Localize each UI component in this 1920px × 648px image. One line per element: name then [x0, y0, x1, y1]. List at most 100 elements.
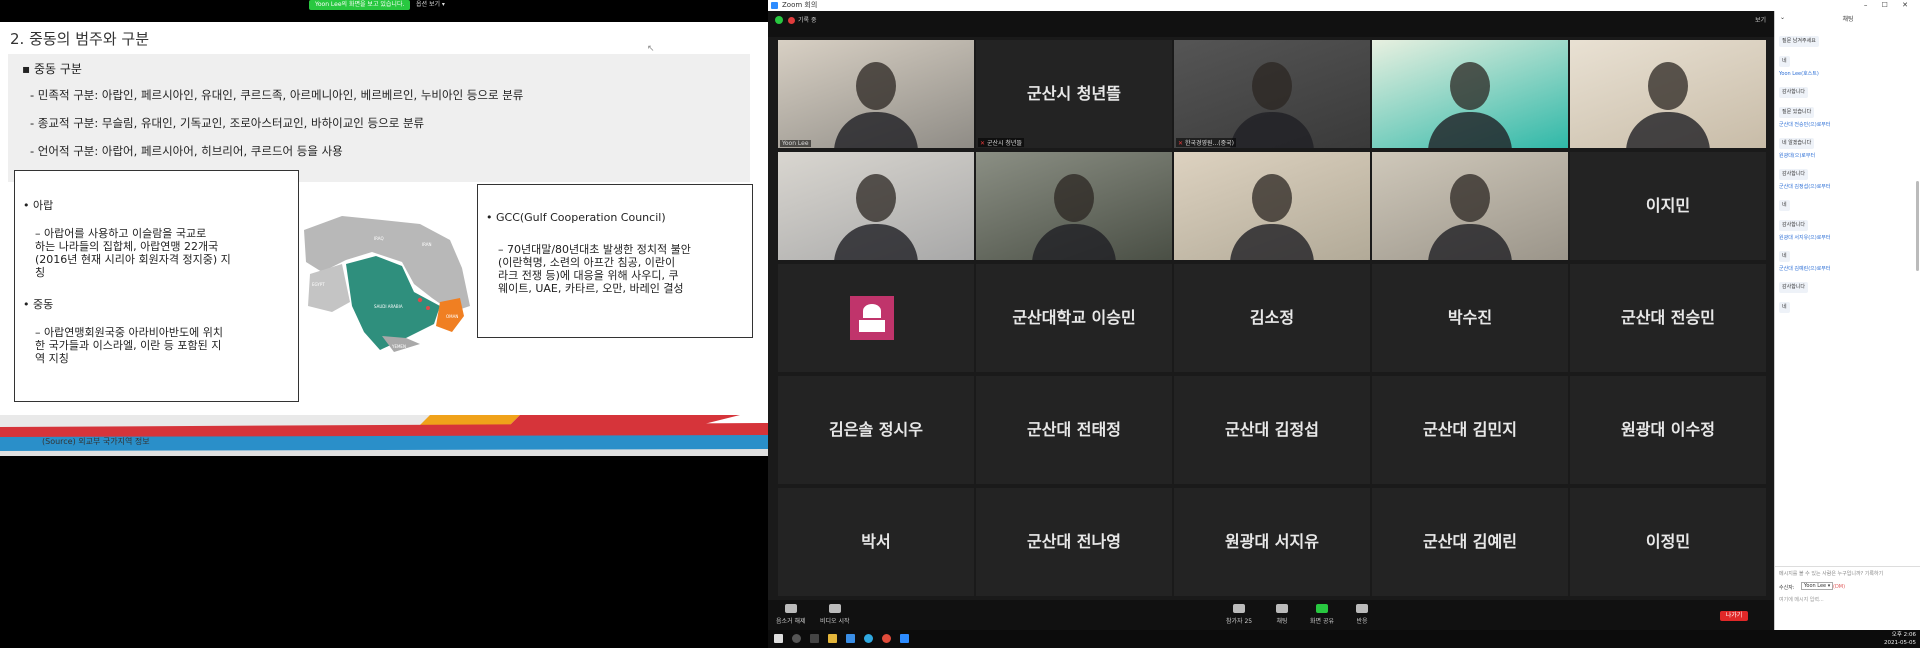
participants-button[interactable]: 참가자 25 — [1226, 604, 1252, 625]
gcc-desc-4: 웨이트, UAE, 카타르, 오만, 바레인 결성 — [498, 282, 684, 295]
me-desc-3: 역 지칭 — [35, 352, 69, 365]
chat-input[interactable]: 여기에 메시지 입력... — [1779, 596, 1824, 603]
chat-button[interactable]: 채팅 — [1276, 604, 1288, 625]
participant-name: 이정민 — [1645, 532, 1691, 551]
participant-video — [1174, 152, 1370, 260]
person-silhouette — [1054, 174, 1094, 222]
chat-icon — [1276, 604, 1288, 613]
view-options-menu[interactable]: 옵션 보기 ▾ — [416, 0, 445, 10]
middle-east-title: • 중동 — [23, 298, 54, 311]
chat-scrollbar[interactable] — [1916, 181, 1919, 271]
participant-tile[interactable]: 박수진 — [1372, 264, 1568, 372]
participant-name: 군산대 전승민 — [1621, 308, 1715, 327]
language-line: - 언어적 구분: 아랍어, 페르시아어, 히브리어, 쿠르드어 등을 사용 — [30, 144, 343, 158]
share-screen-icon — [1316, 604, 1328, 613]
start-icon[interactable] — [774, 634, 783, 643]
chat-collapse-icon[interactable]: ⌄ — [1780, 14, 1785, 21]
system-clock[interactable]: 오후 2:06 2021-05-05 — [1884, 631, 1916, 647]
chat-text: 네 — [1779, 251, 1790, 262]
participant-tile[interactable]: 박서 — [778, 488, 974, 596]
window-controls[interactable]: – ☐ ✕ — [1864, 0, 1914, 11]
me-desc-2: 한 국가들과 이스라엘, 이란 등 포함된 지 — [35, 339, 222, 352]
browser-icon[interactable] — [864, 634, 873, 643]
participant-name: 군산대 김예린 — [1423, 532, 1517, 551]
map-label-turkey: TURKEY — [337, 212, 354, 217]
participant-tile[interactable] — [1570, 40, 1766, 148]
chrome-icon[interactable] — [882, 634, 891, 643]
chat-compose: 메시지를 볼 수 있는 사람은 누구입니까? 기록하기 수신자: Yoon Le… — [1775, 566, 1920, 630]
participant-tile[interactable] — [778, 264, 974, 372]
recipient-select[interactable]: Yoon Lee ▾ — [1801, 582, 1834, 590]
chat-message: 질문 남겨주세요 — [1779, 27, 1911, 47]
participant-tile[interactable]: 군산대 김정섭 — [1174, 376, 1370, 484]
chat-text: 네 알겠습니다 — [1779, 138, 1815, 149]
participant-tile[interactable]: 이정민 — [1570, 488, 1766, 596]
edge-icon[interactable] — [846, 634, 855, 643]
view-button[interactable]: 보기 — [1755, 15, 1766, 24]
participant-tile[interactable] — [1174, 152, 1370, 260]
participant-label: Yoon Lee — [782, 140, 809, 147]
search-icon[interactable] — [792, 634, 801, 643]
person-silhouette — [1450, 62, 1490, 110]
participant-tile[interactable]: 원광대 서지유 — [1174, 488, 1370, 596]
participant-tile[interactable] — [1372, 40, 1568, 148]
chat-message-list[interactable]: 질문 남겨주세요 네 Yoon Lee(호스트) 감사합니다 질문 있습니다 군산대 전승… — [1779, 27, 1911, 567]
chat-message: 원광대 서지유(으)로부터 네 — [1779, 234, 1911, 262]
chat-message: 네 — [1779, 47, 1911, 67]
chat-sender: 군산대 김예린(으)로부터 — [1779, 266, 1831, 272]
reactions-button[interactable]: 반응 — [1356, 604, 1368, 625]
arab-definition-box: • 아랍 – 아랍어를 사용하고 이슬람을 국교로 하는 나라들의 집합체, 아… — [14, 170, 299, 402]
participant-tile[interactable] — [976, 152, 1172, 260]
chat-panel: ⌄ 채팅 질문 남겨주세요 네 Yoon Lee(호스트) 감사합니다 질문 있습니다 군… — [1774, 11, 1920, 630]
participant-name: 군산대 김민지 — [1423, 420, 1517, 439]
participant-name: 원광대 이수정 — [1621, 420, 1715, 439]
sharing-indicator[interactable]: Yoon Lee의 화면을 보고 있습니다. — [309, 0, 411, 10]
zoom-window: Zoom 회의 – ☐ ✕ 기록 중 보기 Yoon Lee 군산시 청년뜰 ✕ 군… — [768, 0, 1920, 648]
participant-tile[interactable]: 군산대 전나영 — [976, 488, 1172, 596]
share-screen-button[interactable]: 화면 공유 — [1310, 604, 1334, 625]
chat-sender: 원광대(으)로부터 — [1779, 153, 1816, 159]
chat-text: 네 — [1779, 200, 1790, 211]
participant-tile[interactable]: 군산대 전승민 — [1570, 264, 1766, 372]
participant-tile[interactable]: 김소정 — [1174, 264, 1370, 372]
gcc-title: • GCC(Gulf Cooperation Council) — [486, 211, 666, 224]
person-silhouette — [1450, 174, 1490, 222]
file-explorer-icon[interactable] — [828, 634, 837, 643]
security-shield-icon[interactable] — [775, 16, 783, 24]
participant-tile[interactable]: 군산시 청년뜰 ✕ 군산시 청년뜰 — [976, 40, 1172, 148]
participant-video — [1570, 40, 1766, 148]
map-label-egypt: EGYPT — [312, 282, 325, 287]
participant-tile[interactable] — [1372, 152, 1568, 260]
person-silhouette — [1648, 62, 1688, 110]
participant-tile[interactable] — [778, 152, 974, 260]
person-silhouette — [1428, 224, 1512, 260]
chat-message: 감사합니다 — [1779, 211, 1911, 231]
person-silhouette — [1252, 62, 1292, 110]
participant-tile[interactable]: 군산대학교 이승민 — [976, 264, 1172, 372]
leave-meeting-button[interactable]: 나가기 — [1720, 611, 1748, 621]
participant-tile[interactable]: 김은솔 정시우 — [778, 376, 974, 484]
chat-visibility-hint[interactable]: 메시지를 볼 수 있는 사람은 누구입니까? 기록하기 — [1779, 570, 1883, 577]
participant-gallery: Yoon Lee 군산시 청년뜰 ✕ 군산시 청년뜰 ✕ 한국경영원...(중국) 이지… — [778, 40, 1768, 600]
task-view-icon[interactable] — [810, 634, 819, 643]
participant-video — [778, 40, 974, 148]
mouse-cursor-icon: ↖ — [647, 44, 655, 54]
start-video-button[interactable]: 비디오 시작 — [820, 604, 850, 625]
participant-tile[interactable]: 군산대 김민지 — [1372, 376, 1568, 484]
zoom-taskbar-icon[interactable] — [900, 634, 909, 643]
participant-name: 김소정 — [1249, 308, 1295, 327]
unmute-button[interactable]: 음소거 해제 — [776, 604, 806, 625]
participant-tile[interactable]: 군산대 김예린 — [1372, 488, 1568, 596]
participant-tile[interactable]: ✕ 한국경영원...(중국) — [1174, 40, 1370, 148]
recording-dot-icon — [788, 17, 795, 24]
participant-tile[interactable]: 이지민 — [1570, 152, 1766, 260]
recording-label: 기록 중 — [798, 17, 817, 24]
participant-tile[interactable]: 군산대 전태정 — [976, 376, 1172, 484]
arab-desc-3: (2016년 현재 시리아 회원자격 정지중) 지 — [35, 253, 231, 266]
recipient-label: 수신자: — [1779, 585, 1795, 591]
gcc-desc-3: 라크 전쟁 등)에 대응을 위해 사우디, 쿠 — [498, 269, 679, 282]
participant-tile[interactable]: Yoon Lee — [778, 40, 974, 148]
participant-label-bar: Yoon Lee — [780, 140, 811, 147]
chat-sender: 군산대 김정섭(으)로부터 — [1779, 184, 1831, 190]
participant-tile[interactable]: 원광대 이수정 — [1570, 376, 1766, 484]
